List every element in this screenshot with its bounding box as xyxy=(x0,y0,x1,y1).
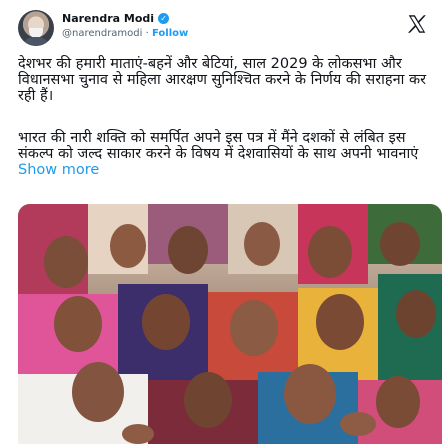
follow-button[interactable]: Follow xyxy=(152,28,188,39)
tweet-paragraph-1: देशभर की हमारी माताएं-बहनें और बेटियां, … xyxy=(18,56,427,104)
x-logo-icon[interactable] xyxy=(406,13,428,35)
tweet-photo[interactable] xyxy=(18,204,442,444)
avatar-shoulders xyxy=(22,37,50,46)
tweet-paragraph-2: भारत की नारी शक्ति को समर्पित अपने इस पत… xyxy=(18,130,434,178)
author-name-row: Narendra Modi ✓ xyxy=(62,12,170,25)
tweet-card: Narendra Modi ✓ @narendramodi · Follow द… xyxy=(0,0,448,444)
author-name[interactable]: Narendra Modi xyxy=(62,12,154,25)
author-handle-row: @narendramodi · Follow xyxy=(62,28,188,39)
author-avatar[interactable] xyxy=(18,10,54,46)
crowd-photo-illustration xyxy=(18,204,442,444)
tweet-paragraph-2-text: भारत की नारी शक्ति को समर्पित अपने इस पत… xyxy=(18,130,419,162)
tweet-header: Narendra Modi ✓ @narendramodi · Follow xyxy=(18,8,434,48)
show-more-link[interactable]: Show more xyxy=(18,162,99,178)
author-handle[interactable]: @narendramodi xyxy=(62,28,142,39)
verified-badge-icon: ✓ xyxy=(158,13,170,24)
handle-separator: · xyxy=(145,28,149,39)
